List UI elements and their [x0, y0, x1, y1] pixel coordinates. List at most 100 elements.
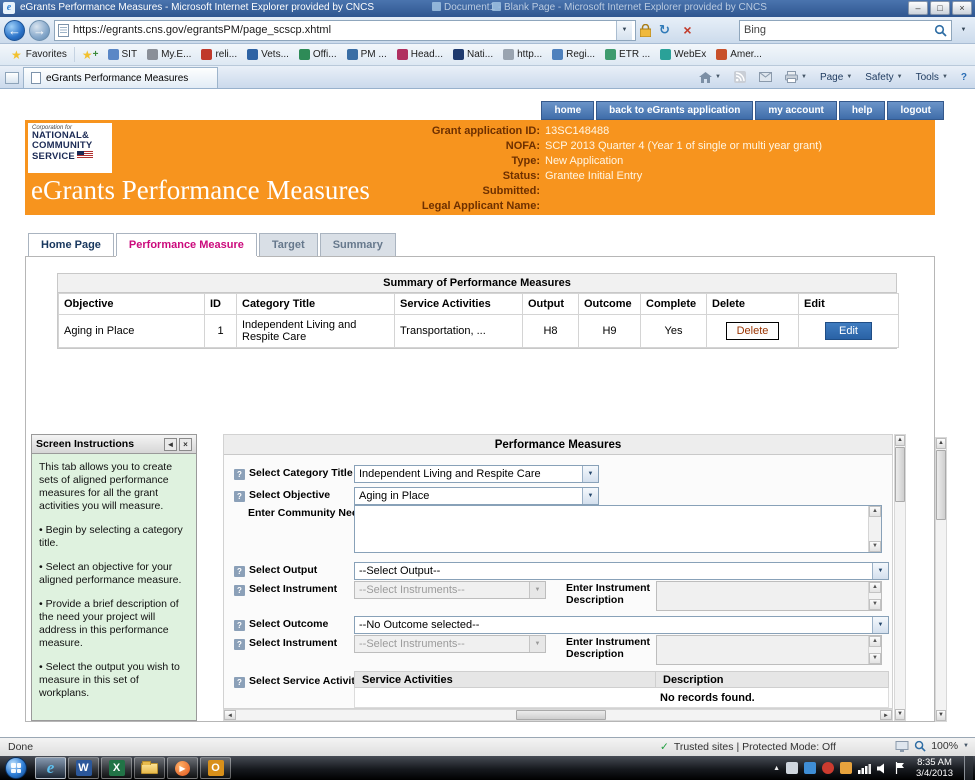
search-icon[interactable]: [934, 24, 947, 37]
scroll-up-icon[interactable]: ▲: [869, 506, 881, 517]
form-horizontal-scrollbar[interactable]: ◄ ►: [223, 709, 893, 721]
taskbar-word-button[interactable]: W: [68, 757, 99, 779]
clock[interactable]: 8:35 AM 3/4/2013: [911, 757, 958, 779]
print-button[interactable]: ▼: [780, 69, 812, 85]
window-titlebar[interactable]: e eGrants Performance Measures - Microso…: [0, 0, 975, 17]
favorite-item[interactable]: PM ...: [342, 47, 392, 62]
instrument-select[interactable]: --Select Instruments--▼: [354, 581, 546, 599]
show-desktop-button[interactable]: [964, 756, 973, 780]
favorite-item[interactable]: Nati...: [448, 47, 498, 62]
close-instructions-button[interactable]: ×: [179, 438, 192, 451]
favorite-item[interactable]: WebEx: [655, 47, 711, 62]
help-icon[interactable]: ?: [234, 491, 245, 502]
scroll-track[interactable]: [236, 710, 880, 720]
instrument-select[interactable]: --Select Instruments--▼: [354, 635, 546, 653]
zoom-dropdown-icon[interactable]: ▼: [963, 743, 969, 749]
scroll-thumb[interactable]: [516, 710, 606, 720]
add-favorite-button[interactable]: ★+: [78, 49, 103, 60]
quick-tabs-icon[interactable]: [5, 72, 19, 84]
scroll-right-button[interactable]: ►: [880, 710, 892, 720]
output-select[interactable]: --Select Output--▼: [354, 562, 889, 580]
read-mail-button[interactable]: [754, 70, 777, 84]
zoom-control[interactable]: 100% ▼: [895, 740, 969, 752]
favorite-item[interactable]: Head...: [392, 47, 448, 62]
edit-button[interactable]: Edit: [825, 322, 872, 340]
page-menu[interactable]: Page▼: [815, 70, 857, 85]
stop-button[interactable]: ×: [678, 22, 697, 38]
tab-home-page[interactable]: Home Page: [28, 233, 114, 256]
safety-menu[interactable]: Safety▼: [860, 70, 907, 85]
search-dropdown-icon[interactable]: ▼: [956, 27, 971, 33]
favorite-item[interactable]: ETR ...: [600, 47, 655, 62]
tab-performance-measure[interactable]: Performance Measure: [116, 233, 257, 256]
refresh-button[interactable]: ↻: [655, 22, 674, 38]
scroll-left-button[interactable]: ◄: [224, 710, 236, 720]
scroll-track[interactable]: [895, 446, 905, 709]
scroll-down-icon[interactable]: ▼: [869, 541, 881, 552]
help-icon[interactable]: ?: [234, 639, 245, 650]
scroll-down-button[interactable]: ▼: [895, 709, 905, 720]
form-vertical-scrollbar[interactable]: ▲ ▼: [894, 434, 906, 721]
help-button[interactable]: ?: [956, 70, 972, 85]
collapse-instructions-button[interactable]: ◄: [164, 438, 177, 451]
action-center-flag-icon[interactable]: [895, 762, 905, 774]
tools-menu[interactable]: Tools▼: [911, 70, 953, 85]
volume-icon[interactable]: [877, 763, 889, 774]
tray-icon[interactable]: [840, 762, 852, 774]
tray-icon[interactable]: [804, 762, 816, 774]
favorite-item[interactable]: SIT: [103, 47, 143, 62]
help-icon[interactable]: ?: [234, 585, 245, 596]
scroll-thumb[interactable]: [895, 447, 905, 502]
favorite-item[interactable]: My.E...: [142, 47, 196, 62]
nav-my-account-button[interactable]: my account: [755, 101, 837, 120]
scroll-down-button[interactable]: ▼: [936, 710, 946, 721]
taskbar-folder-button[interactable]: [134, 757, 165, 779]
help-icon[interactable]: ?: [234, 620, 245, 631]
section-vertical-scrollbar[interactable]: ▲ ▼: [935, 437, 947, 722]
taskbar-excel-button[interactable]: X: [101, 757, 132, 779]
favorite-item[interactable]: Regi...: [547, 47, 600, 62]
objective-select[interactable]: Aging in Place▼: [354, 487, 599, 505]
close-button[interactable]: ×: [952, 1, 972, 15]
nav-home-button[interactable]: home: [541, 101, 594, 120]
address-bar[interactable]: https://egrants.cns.gov/egrantsPM/page_s…: [54, 20, 636, 41]
community-need-input[interactable]: ▲▼: [354, 505, 882, 553]
help-icon[interactable]: ?: [234, 677, 245, 688]
network-icon[interactable]: [858, 763, 871, 774]
category-title-select[interactable]: Independent Living and Respite Care▼: [354, 465, 599, 483]
taskbar-media-button[interactable]: ▶: [167, 757, 198, 779]
favorite-item[interactable]: reli...: [196, 47, 242, 62]
browser-tab[interactable]: eGrants Performance Measures: [23, 67, 218, 88]
taskbar-outlook-button[interactable]: O: [200, 757, 231, 779]
address-dropdown-icon[interactable]: ▼: [616, 21, 632, 40]
favorite-item[interactable]: Vets...: [242, 47, 294, 62]
help-icon[interactable]: ?: [234, 469, 245, 480]
nav-back-to-egrants-button[interactable]: back to eGrants application: [596, 101, 753, 120]
favorite-item[interactable]: Amer...: [711, 47, 767, 62]
tab-summary[interactable]: Summary: [320, 233, 396, 256]
nav-help-button[interactable]: help: [839, 101, 886, 120]
tray-icon[interactable]: [822, 762, 834, 774]
textarea-scrollbar[interactable]: ▲▼: [868, 506, 881, 552]
outcome-select[interactable]: --No Outcome selected--▼: [354, 616, 889, 634]
taskbar-ie-button[interactable]: e: [35, 757, 66, 779]
scroll-up-button[interactable]: ▲: [895, 435, 905, 446]
feeds-button[interactable]: [729, 69, 751, 85]
hidden-icons-button[interactable]: ▲: [773, 765, 780, 772]
home-button[interactable]: ▼: [694, 70, 726, 85]
scroll-track[interactable]: [936, 449, 946, 710]
search-box[interactable]: Bing: [739, 20, 952, 41]
favorite-item[interactable]: http...: [498, 47, 547, 62]
scroll-thumb[interactable]: [936, 450, 946, 520]
minimize-button[interactable]: –: [908, 1, 928, 15]
tray-icon[interactable]: [786, 762, 798, 774]
forward-button[interactable]: →: [29, 20, 50, 41]
nav-logout-button[interactable]: logout: [887, 101, 944, 120]
delete-button[interactable]: Delete: [726, 322, 780, 340]
back-button[interactable]: ←: [4, 20, 25, 41]
start-button[interactable]: [5, 757, 27, 779]
scroll-up-button[interactable]: ▲: [936, 438, 946, 449]
maximize-button[interactable]: □: [930, 1, 950, 15]
help-icon[interactable]: ?: [234, 566, 245, 577]
tab-target[interactable]: Target: [259, 233, 318, 256]
